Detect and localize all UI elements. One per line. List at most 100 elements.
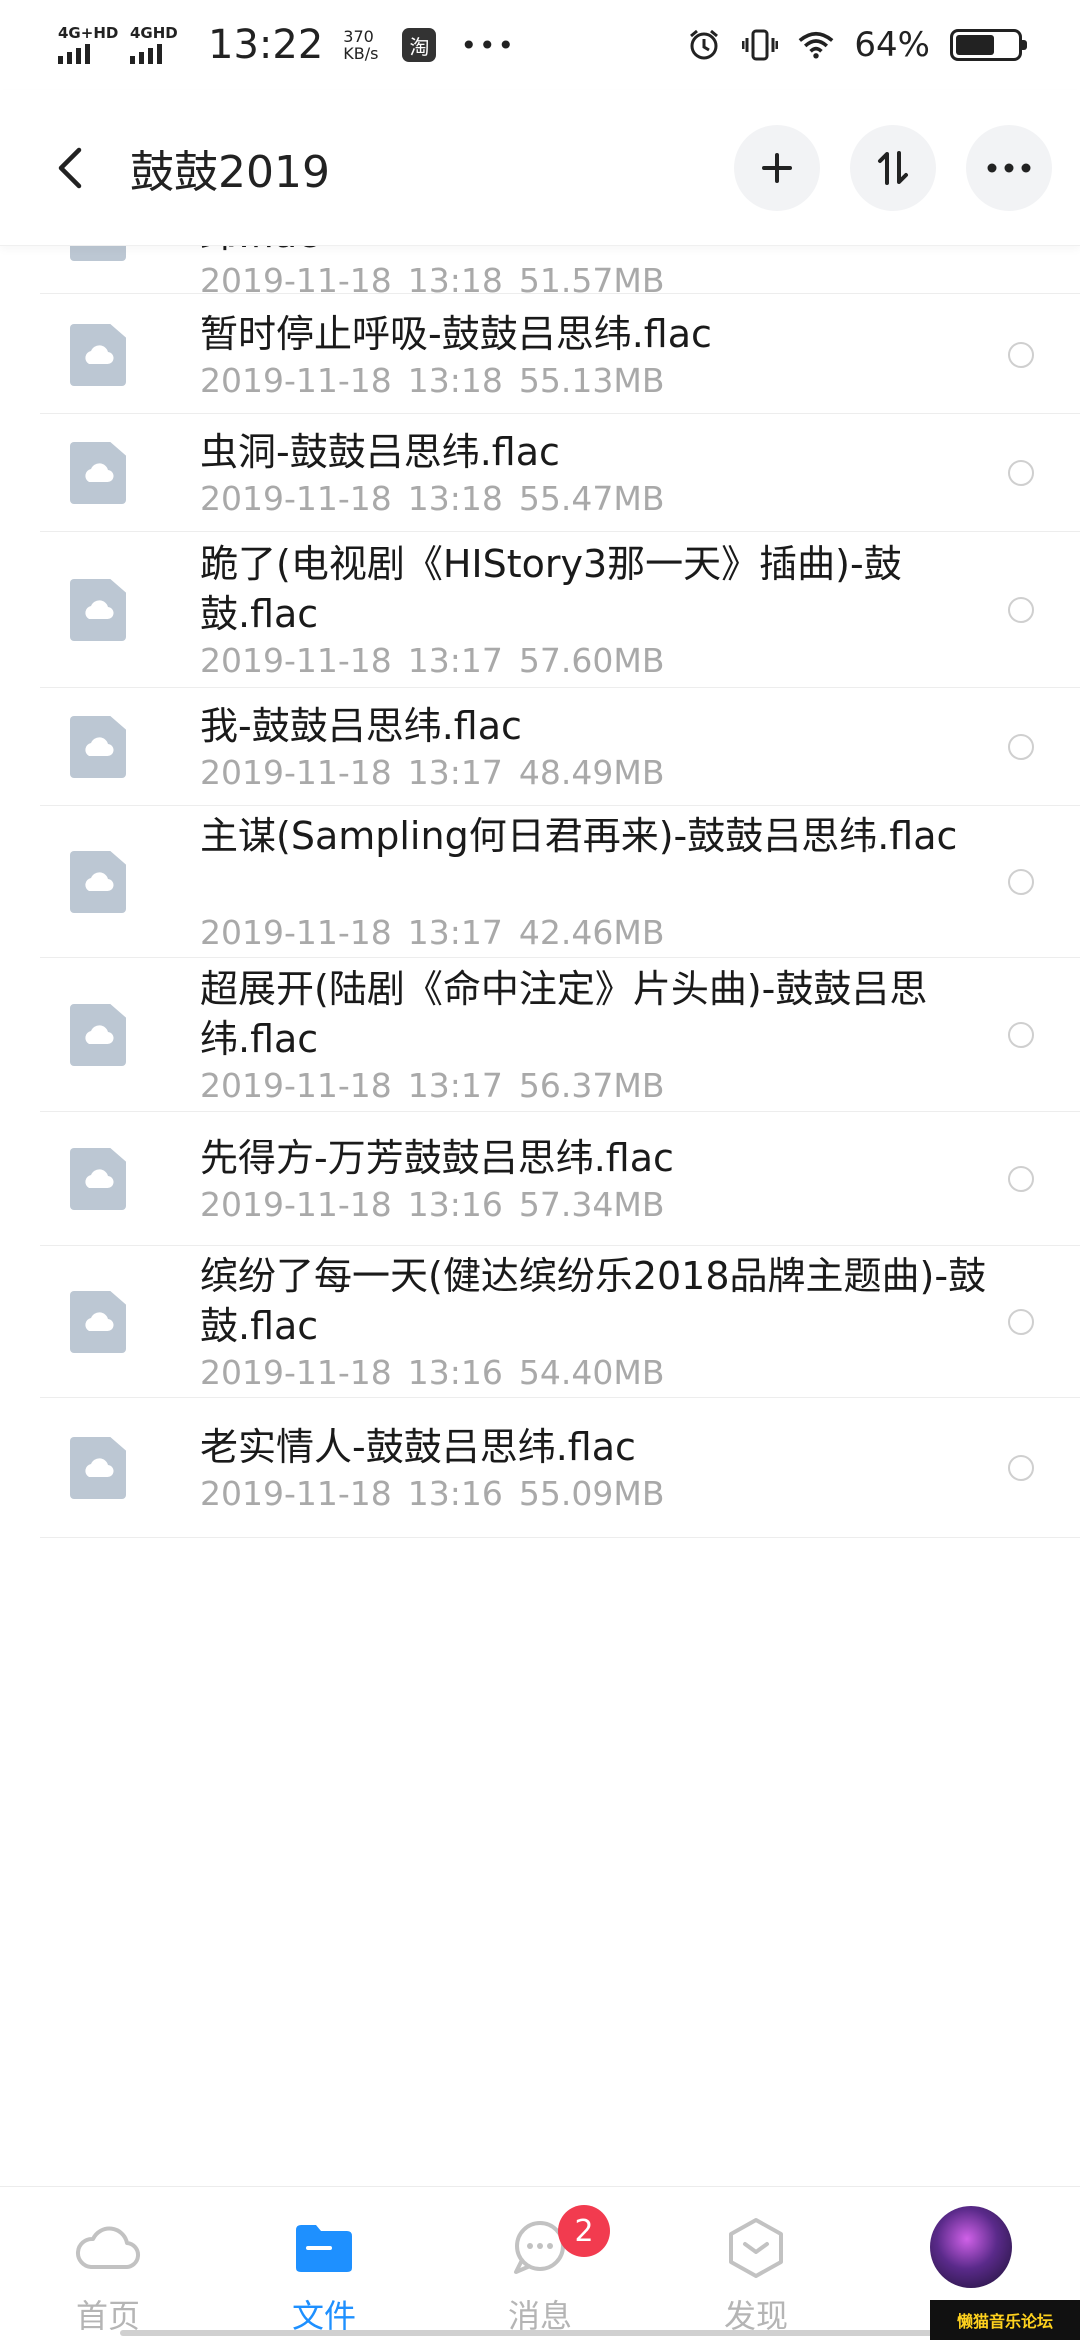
page-title: 鼓鼓2019 [130, 146, 330, 198]
tab-discover[interactable]: 发现 [686, 2187, 826, 2340]
file-row[interactable]: 超展开(陆剧《命中注定》片头曲)-鼓鼓吕思纬.flac 2019-11-18 13:… [40, 958, 1080, 1112]
audio-file-icon [70, 1004, 126, 1066]
back-icon [58, 147, 82, 188]
file-date: 2019-11-18 [200, 479, 392, 518]
file-row[interactable]: 跪了(电视剧《HIStory3那一天》插曲)-鼓鼓.flac 2019-11-18… [40, 532, 1080, 688]
network-speed: 370 KB/s [343, 28, 378, 62]
file-size: 56.37MB [518, 1066, 665, 1105]
network-label-2: 4GHD [130, 24, 178, 42]
file-meta: 2019-11-18 13:17 56.37MB [200, 1066, 664, 1105]
file-meta: 2019-11-18 13:16 55.09MB [200, 1474, 664, 1513]
file-row[interactable]: 暂时停止呼吸-鼓鼓吕思纬.flac 2019-11-18 13:18 55.13MB [40, 296, 1080, 414]
speed-unit: KB/s [343, 44, 379, 63]
select-radio[interactable] [1008, 1166, 1034, 1192]
file-date: 2019-11-18 [200, 1185, 392, 1224]
file-size: 55.13MB [518, 361, 665, 400]
file-time: 13:17 [407, 753, 503, 792]
watermark: 懒猫音乐论坛 [930, 2300, 1080, 2340]
tab-messages[interactable]: 消息 2 [470, 2187, 610, 2340]
select-radio[interactable] [1008, 1309, 1034, 1335]
file-size: 57.34MB [518, 1185, 665, 1224]
file-meta: 2019-11-18 13:17 42.46MB [200, 913, 664, 952]
signal-indicator-1: 4G+HD [58, 24, 119, 64]
file-name: 虫洞-鼓鼓吕思纬.flac [200, 430, 560, 474]
discover-icon [721, 2213, 791, 2283]
file-meta: 2019-11-18 13:18 51.57MB [200, 261, 664, 300]
gesture-bar[interactable] [120, 2330, 960, 2336]
plus-icon [762, 152, 792, 183]
network-label-1: 4G+HD [58, 24, 119, 42]
file-time: 13:17 [407, 641, 503, 680]
file-date: 2019-11-18 [200, 1474, 392, 1513]
select-radio[interactable] [1008, 1455, 1034, 1481]
file-row[interactable]: 我-鼓鼓吕思纬.flac 2019-11-18 13:17 48.49MB [40, 688, 1080, 806]
file-size: 55.47MB [518, 479, 665, 518]
file-list[interactable]: 超机车节录：大埔国骂阿嬷-MATZKA鼓鼓吕思纬.flac 2019-11-18 1… [0, 246, 1080, 2186]
file-time: 13:18 [407, 261, 503, 300]
select-radio[interactable] [1008, 342, 1034, 368]
file-date: 2019-11-18 [200, 261, 392, 300]
user-avatar[interactable] [930, 2206, 1012, 2288]
select-radio[interactable] [1008, 460, 1034, 486]
taobao-notification-icon: 淘 [402, 28, 437, 62]
audio-file-icon [70, 246, 126, 261]
file-date: 2019-11-18 [200, 1066, 392, 1105]
more-button[interactable] [966, 124, 1052, 211]
select-radio[interactable] [1008, 1022, 1034, 1048]
unread-badge: 2 [558, 2205, 610, 2257]
file-date: 2019-11-18 [200, 913, 392, 952]
cloud-icon [73, 2213, 143, 2283]
file-name: 缤纷了每一天(健达缤纷乐2018品牌主题曲)-鼓鼓.flac [200, 1254, 987, 1348]
signal-bars-icon [130, 44, 162, 64]
file-meta: 2019-11-18 13:16 54.40MB [200, 1353, 664, 1392]
tab-home[interactable]: 首页 [38, 2187, 178, 2340]
file-date: 2019-11-18 [200, 753, 392, 792]
tab-files[interactable]: 文件 [254, 2187, 394, 2340]
battery-icon [950, 29, 1027, 61]
folder-icon [289, 2213, 359, 2283]
file-time: 13:16 [407, 1353, 503, 1392]
select-radio[interactable] [1008, 597, 1034, 623]
audio-file-icon [70, 442, 126, 504]
file-time: 13:16 [407, 1474, 503, 1513]
file-time: 13:18 [407, 361, 503, 400]
file-meta: 2019-11-18 13:18 55.47MB [200, 479, 664, 518]
wifi-icon [798, 27, 834, 63]
file-date: 2019-11-18 [200, 641, 392, 680]
file-meta: 2019-11-18 13:17 48.49MB [200, 753, 664, 792]
file-row[interactable]: 主谋(Sampling何日君再来)-鼓鼓吕思纬.flac 2019-11-18 13… [40, 806, 1080, 958]
file-time: 13:17 [407, 913, 503, 952]
file-meta: 2019-11-18 13:16 57.34MB [200, 1185, 664, 1224]
app-header: 鼓鼓2019 [0, 90, 1080, 246]
file-row[interactable]: 老实情人-鼓鼓吕思纬.flac 2019-11-18 13:16 55.09MB [40, 1398, 1080, 1538]
file-time: 13:18 [407, 479, 503, 518]
file-row[interactable]: 先得方-万芳鼓鼓吕思纬.flac 2019-11-18 13:16 57.34MB [40, 1112, 1080, 1246]
battery-percentage: 64% [854, 25, 930, 65]
file-row[interactable]: 缤纷了每一天(健达缤纷乐2018品牌主题曲)-鼓鼓.flac 2019-11-18… [40, 1246, 1080, 1398]
select-radio[interactable] [1008, 869, 1034, 895]
audio-file-icon [70, 579, 126, 641]
file-time: 13:17 [407, 1066, 503, 1105]
back-button[interactable] [40, 138, 100, 198]
audio-file-icon [70, 716, 126, 778]
file-name: 主谋(Sampling何日君再来)-鼓鼓吕思纬.flac [200, 814, 958, 858]
audio-file-icon [70, 1437, 126, 1499]
file-size: 42.46MB [518, 913, 665, 952]
audio-file-icon [70, 1148, 126, 1210]
sort-button[interactable] [850, 124, 936, 211]
add-button[interactable] [734, 124, 820, 211]
file-row[interactable]: 虫洞-鼓鼓吕思纬.flac 2019-11-18 13:18 55.47MB [40, 414, 1080, 532]
signal-indicator-2: 4GHD [130, 26, 188, 64]
file-name: 超展开(陆剧《命中注定》片头曲)-鼓鼓吕思纬.flac [200, 967, 928, 1061]
file-name: 跪了(电视剧《HIStory3那一天》插曲)-鼓鼓.flac [200, 542, 902, 636]
file-row[interactable]: 超机车节录：大埔国骂阿嬷-MATZKA鼓鼓吕思纬.flac 2019-11-18 1… [40, 246, 1080, 300]
signal-bars-icon [58, 44, 90, 64]
clock: 13:22 [208, 22, 324, 68]
speed-value: 370 [343, 27, 374, 46]
select-radio[interactable] [1008, 734, 1034, 760]
audio-file-icon [70, 851, 126, 913]
file-name: 超机车节录：大埔国骂阿嬷-MATZKA鼓鼓吕思纬.flac [200, 246, 1000, 259]
file-size: 57.60MB [518, 641, 665, 680]
file-size: 48.49MB [518, 753, 665, 792]
file-size: 51.57MB [518, 261, 665, 300]
